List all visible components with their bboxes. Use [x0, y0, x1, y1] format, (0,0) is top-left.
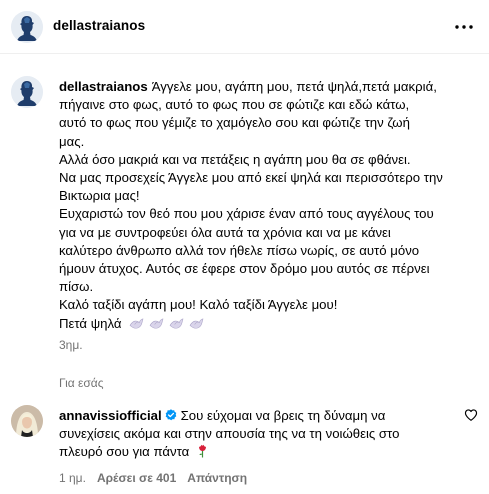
- comment-body: annavissiofficial Σου εύχομαι να βρεις τη…: [59, 407, 455, 462]
- caption-line: πίσω.: [59, 279, 94, 295]
- caption-line: Καλό ταξίδι αγάπη μου! Καλό ταξίδι Άγγελ…: [59, 297, 338, 313]
- avatar-image: [11, 11, 43, 43]
- caption-avatar[interactable]: [11, 76, 43, 108]
- dove-icon: [189, 318, 204, 329]
- header-username[interactable]: dellastraianos: [53, 18, 145, 33]
- see-translation-link[interactable]: Για εσάς: [59, 376, 104, 390]
- comment-timestamp[interactable]: 1 ημ.: [59, 471, 86, 485]
- caption-line: πήγαινε στο φως, αυτό το φως που σε φώτι…: [59, 97, 410, 113]
- caption-timestamp[interactable]: 3ημ.: [59, 338, 83, 352]
- comment-line: συνεχίσεις ακόμα και στην απουσία της να…: [59, 426, 400, 442]
- more-options-button[interactable]: [453, 17, 475, 37]
- comment-meta: 1 ημ. Αρέσει σε 401 Απάντηση: [59, 471, 247, 485]
- post-comments-panel: dellastraianos dellastraianos Άγγελε μου,…: [0, 0, 489, 494]
- caption-line: ήμουν άτυχος. Αυτός σε έφερε στον δρόμο …: [59, 261, 430, 277]
- comment-line: Σου εύχομαι να βρεις τη δύναμη να: [180, 408, 386, 423]
- caption-line: Αλλά όσο μακριά και να πετάξεις η αγάπη …: [59, 151, 411, 167]
- heart-icon: [464, 409, 478, 421]
- caption-line: Βικτωρια μας!: [59, 188, 140, 204]
- caption-username[interactable]: dellastraianos: [59, 79, 148, 94]
- caption-line: για να με συντροφεύει όλα αυτά τα χρόνια…: [59, 224, 391, 240]
- comment-username[interactable]: annavissiofficial: [59, 408, 162, 423]
- post-header: dellastraianos: [0, 0, 489, 54]
- avatar[interactable]: [11, 11, 43, 43]
- dove-icon: [129, 318, 144, 329]
- verified-badge-icon: [165, 409, 176, 421]
- caption-line: Πετά ψηλά: [59, 315, 122, 331]
- post-caption: dellastraianos Άγγελε μου, αγάπη μου, πετ…: [59, 78, 479, 333]
- more-horizontal-icon: [455, 25, 473, 29]
- caption-line: αυτό το φως που γέμιζε το χαμόγελο σου κ…: [59, 115, 410, 131]
- caption-line: μας.: [59, 133, 85, 149]
- dove-icon: [149, 318, 164, 329]
- comment-avatar[interactable]: [11, 405, 43, 437]
- dove-icon: [169, 318, 184, 329]
- like-comment-button[interactable]: [464, 408, 478, 422]
- caption-line: Να μας προσεχείς Άγγελε μου από εκεί ψηλ…: [59, 170, 443, 186]
- comment-likes-count[interactable]: Αρέσει σε 401: [97, 471, 176, 485]
- caption-line: Ευχαριστώ τον θεό που μου χάρισε έναν απ…: [59, 206, 434, 222]
- caption-line: Άγγελε μου, αγάπη μου, πετά ψηλά,πετά μα…: [151, 79, 437, 94]
- reply-button[interactable]: Απάντηση: [187, 471, 247, 485]
- comment-line: πλευρό σου για πάντα: [59, 444, 190, 460]
- doves-emoji-group: [129, 317, 204, 330]
- avatar-image: [11, 76, 43, 108]
- rose-icon: [198, 445, 206, 458]
- caption-line: καλύτερο άνθρωπο αλλά τον ήθελε πίσω νωρ…: [59, 242, 420, 258]
- avatar-image: [11, 405, 43, 437]
